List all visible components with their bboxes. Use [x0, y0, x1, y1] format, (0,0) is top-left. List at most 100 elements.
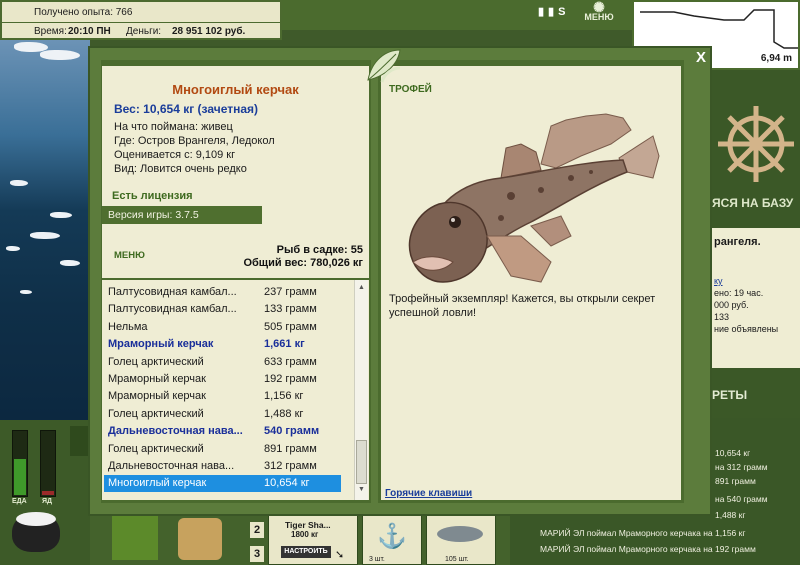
sound-icon[interactable]: S [558, 6, 569, 18]
catch-name: Мраморный керчак [108, 390, 206, 403]
leaf-emblem-icon [367, 49, 401, 83]
slot-2[interactable]: 2 [250, 522, 264, 538]
poison-bar [40, 430, 56, 497]
catch-row[interactable]: Палтусовидная камбал... 237 грамм [104, 284, 341, 301]
catch-row[interactable]: Голец арктический 633 грамм [104, 354, 341, 371]
catch-weight: 1,156 кг [264, 390, 304, 403]
top-menu-button[interactable]: ✺ МЕНЮ [578, 0, 620, 26]
scroll-thumb[interactable] [356, 440, 367, 484]
game-version: Версия игры: 3.7.5 [102, 206, 262, 224]
gear-icon: ✺ [593, 0, 605, 15]
time-label: Время: [34, 26, 67, 37]
fish-weight: Вес: 10,654 кг (зачетная) [114, 102, 259, 116]
fish-info-panel: Многоиглый керчак Вес: 10,654 кг (зачетн… [102, 66, 369, 278]
dialog-menu-button[interactable]: МЕНЮ [114, 250, 145, 261]
log-line: 1,488 кг [715, 510, 746, 520]
scroll-down-icon[interactable]: ▼ [357, 486, 366, 494]
tune-button[interactable]: НАСТРОИТЬ [281, 546, 331, 558]
top-menu-label: МЕНЮ [584, 12, 614, 22]
bait-fish-icon [437, 526, 483, 542]
hook-count: 3 шт. [369, 556, 385, 563]
lure-name: Tiger Sha... [285, 520, 331, 530]
catch-row[interactable]: Голец арктический 1,488 кг [104, 406, 341, 423]
bucket-icon[interactable] [178, 518, 222, 560]
catch-row[interactable]: Многоиглый керчак 10,654 кг [104, 475, 341, 493]
catch-row[interactable]: Мраморный керчак 1,156 кг [104, 388, 341, 405]
catch-name: Палтусовидная камбал... [108, 286, 237, 298]
trophy-panel: ТРОФЕЙ Трофейный экземпляр! Кажется, вы … [381, 66, 681, 500]
log-line: 10,654 кг [715, 448, 751, 458]
catch-row[interactable]: Мраморный керчак 192 грамм [104, 371, 341, 388]
bait-box-icon[interactable] [112, 516, 158, 560]
lure-slot[interactable]: Tiger Sha... 1800 кг НАСТРОИТЬ ➘ [268, 515, 358, 565]
catch-name: Нельма [108, 320, 148, 333]
catch-weight: 1,661 кг [264, 338, 305, 351]
arrow-icon: ➘ [335, 549, 345, 561]
left-status-panel: ЕДА ЯД [0, 420, 90, 565]
bait-fish-slot[interactable]: 105 шт. [426, 515, 496, 565]
catch-weight: 633 грамм [264, 355, 317, 368]
go-to-base-button[interactable]: ЯСЯ НА БАЗУ [712, 196, 800, 220]
poison-label: ЯД [42, 498, 53, 505]
kind-line: Вид: Ловится очень редко [114, 163, 247, 175]
hook-slot[interactable]: ⚓ 3 шт. [362, 515, 422, 565]
xp-label: Получено опыта: 766 [34, 7, 133, 18]
catch-row[interactable]: Дальневосточная нава... 540 грамм [104, 423, 341, 440]
catch-name: Дальневосточная нава... [108, 425, 243, 438]
fish-image [408, 113, 660, 283]
catch-weight: 133 грамм [264, 303, 317, 316]
total-weight: Общий вес: 780,026 кг [243, 257, 363, 269]
lure-weight: 1800 кг [291, 530, 319, 539]
bait-line: На что поймана: живец [114, 121, 233, 133]
licence-status: Есть лицензия [112, 190, 193, 202]
place-line: Где: Остров Врангеля, Ледокол [114, 135, 275, 147]
catch-name: Голец арктический [108, 355, 204, 368]
catch-row[interactable]: Дальневосточная нава... 312 грамм [104, 458, 341, 475]
catch-list-scrollbar[interactable]: ▲ ▼ [354, 280, 368, 500]
slot-left[interactable] [70, 426, 88, 456]
catch-name: Палтусовидная камбал... [108, 303, 237, 316]
catch-name: Дальневосточная нава... [108, 460, 235, 472]
catch-list[interactable]: Палтусовидная камбал... 237 грамм Палтусов… [102, 280, 369, 500]
log-line: МАРИЙ ЭЛ поймал Мраморного керчака на 19… [540, 544, 756, 554]
money-value: 28 951 102 руб. [172, 26, 246, 37]
catch-weight: 237 грамм [264, 286, 317, 298]
catch-weight: 891 грамм [264, 442, 317, 455]
log-line: МАРИЙ ЭЛ поймал Мраморного керчака на 1,… [540, 528, 746, 538]
ship-wheel-icon[interactable] [712, 100, 800, 190]
hook-icon: ⚓ [377, 523, 407, 550]
scroll-up-icon[interactable]: ▲ [357, 284, 366, 292]
log-line: на 540 грамм [715, 494, 768, 504]
secrets-button[interactable]: РЕТЫ [712, 388, 800, 418]
status-bar: Получено опыта: 766 Время: 20:10 ПН День… [0, 0, 282, 40]
catch-row[interactable]: Нельма 505 грамм [104, 319, 341, 336]
time-value: 20:10 ПН [68, 26, 111, 37]
log-line: на 312 грамм [715, 462, 768, 472]
pot-contents-icon [16, 512, 56, 526]
slot-3[interactable]: 3 [250, 546, 264, 562]
food-bar [12, 430, 28, 497]
location-info: рангеля. ку ено: 19 час. 000 руб. 133 ни… [712, 228, 800, 368]
catch-row[interactable]: Голец арктический 891 грамм [104, 441, 341, 458]
money-label: Деньги: [126, 26, 162, 37]
cage-summary: Рыб в садке: 55 Общий вес: 780,026 кг [243, 244, 363, 270]
catch-name: Мраморный керчак [108, 338, 214, 351]
catch-row[interactable]: Мраморный керчак 1,661 кг [104, 336, 341, 353]
catch-name: Голец арктический [108, 442, 204, 455]
catch-weight: 505 грамм [264, 320, 317, 333]
sea-view [0, 40, 90, 420]
catch-weight: 10,654 кг [264, 477, 310, 490]
trophy-text: Трофейный экземпляр! Кажется, вы открыли… [389, 293, 656, 319]
catch-name: Голец арктический [108, 407, 204, 420]
bait-count: 105 шт. [445, 556, 469, 563]
catch-name: Мраморный керчак [108, 373, 206, 385]
food-label: ЕДА [12, 498, 27, 505]
cage-count: Рыб в садке: 55 [276, 244, 363, 256]
fish-name: Многоиглый керчак [172, 82, 299, 97]
close-button[interactable]: X [692, 49, 710, 67]
hotkeys-link[interactable]: Горячие клавиши [385, 488, 472, 499]
catch-weight: 312 грамм [264, 460, 317, 472]
catch-row[interactable]: Палтусовидная камбал... 133 грамм [104, 301, 341, 318]
price-line: Оценивается с: 9,109 кг [114, 149, 236, 161]
pause-icon[interactable]: ▮▮ [538, 6, 558, 18]
